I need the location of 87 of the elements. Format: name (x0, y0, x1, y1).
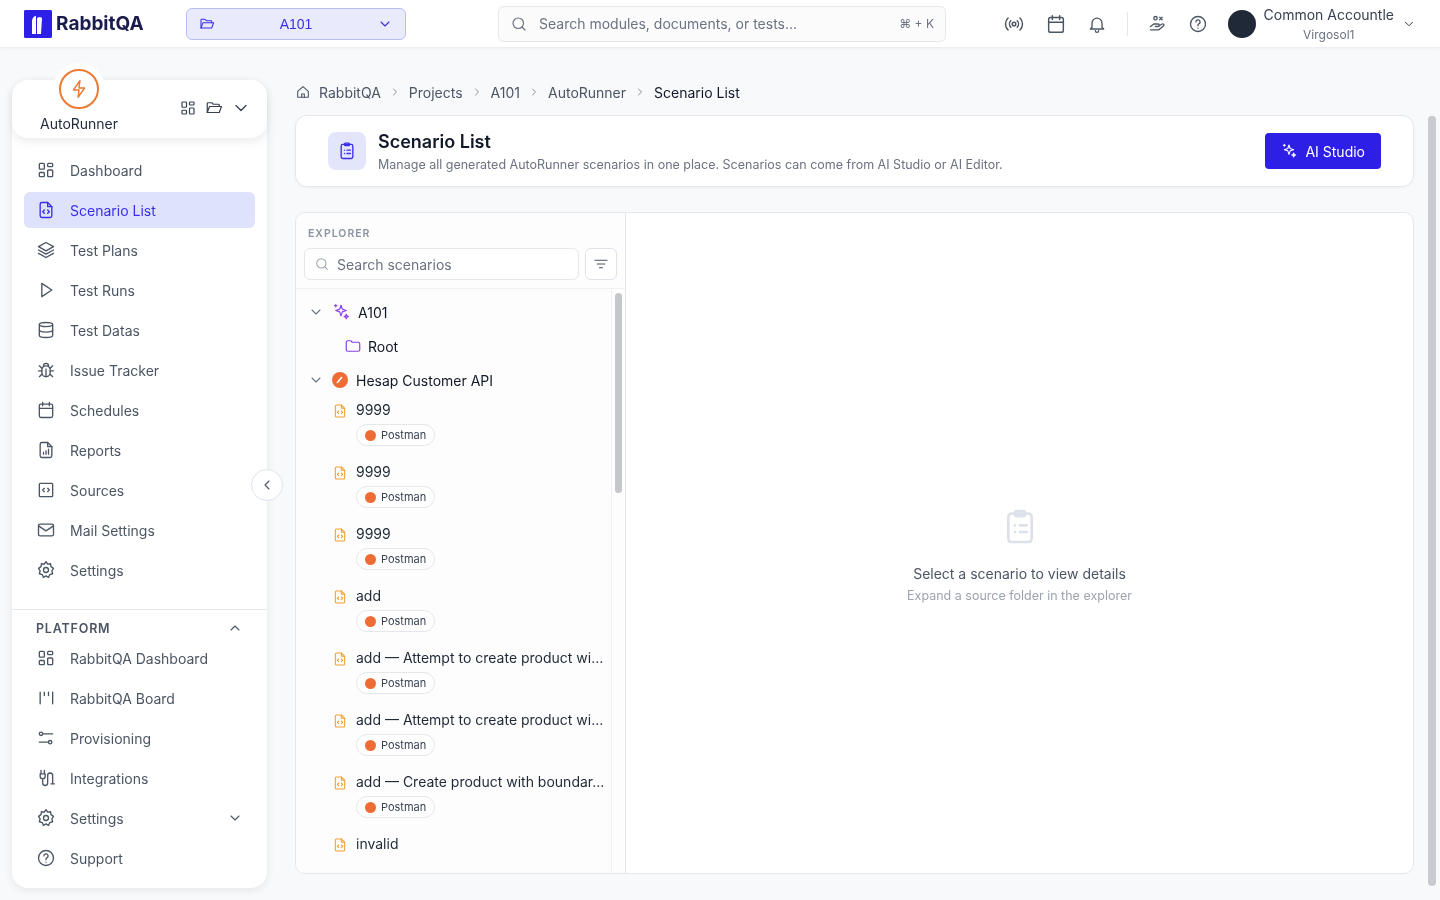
sidebar-item[interactable]: Test Runs (24, 272, 255, 308)
breadcrumb-link[interactable]: A101 (490, 83, 520, 101)
code-file-icon (332, 651, 348, 667)
source-badge: Postman (356, 548, 436, 570)
code-icon (36, 480, 56, 500)
filter-button[interactable] (585, 248, 617, 280)
settings-icon (36, 808, 56, 828)
collapse-sidebar-button[interactable] (251, 469, 283, 501)
sidebar-item[interactable]: Sources (24, 472, 255, 508)
source-badge: Postman (356, 424, 436, 446)
tree-folder[interactable]: Root (368, 329, 399, 363)
organization-name: Virgosol1 (1303, 26, 1355, 42)
tree-node[interactable]: Hesap Customer API (308, 363, 494, 397)
avatar[interactable] (1227, 9, 1256, 38)
folder-icon (344, 337, 362, 355)
source-badge: Postman (356, 610, 436, 632)
home-icon (295, 84, 311, 100)
scenario-item[interactable]: add — Attempt to create product wi... (356, 711, 604, 728)
sparkle-icon (1281, 143, 1298, 159)
empty-state-hint: Expand a source folder in the explorer (907, 588, 1132, 603)
scenario-item[interactable]: 9999 (356, 463, 436, 480)
database-icon (36, 320, 56, 340)
breadcrumb-link[interactable]: AutoRunner (548, 83, 627, 101)
calendar-icon (36, 400, 56, 420)
platform-section-toggle[interactable]: PLATFORM (24, 618, 255, 640)
scenario-item[interactable]: 9999 (356, 401, 436, 418)
bug-icon (36, 360, 56, 380)
source-badge: Postman (356, 734, 436, 756)
sidebar-item[interactable]: Settings (24, 552, 255, 588)
sidebar-item[interactable]: RabbitQA Dashboard (24, 640, 255, 676)
page-description: Manage all generated AutoRunner scenarios in one place. Scenarios can come from AI Studio or AI Editor. (378, 156, 1004, 172)
sidebar-item[interactable]: Dashboard (24, 152, 255, 188)
brand-name: RabbitQA (56, 12, 144, 35)
sidebar-item[interactable]: Scenario List (24, 192, 255, 228)
dashboard-icon (36, 160, 56, 180)
scrollbar-thumb[interactable] (615, 293, 622, 493)
scenario-search-field[interactable]: Search scenarios (304, 248, 579, 280)
sidebar-item[interactable]: Test Datas (24, 312, 255, 348)
dashboard-icon (36, 648, 56, 668)
rabbit-logo-icon (24, 9, 52, 38)
grid-icon (179, 99, 197, 117)
sidebar-item[interactable]: Mail Settings (24, 512, 255, 548)
code-file-icon (332, 775, 348, 791)
layers-icon (36, 240, 56, 260)
source-badge: Postman (356, 796, 436, 818)
scenario-item[interactable]: 9999 (356, 525, 436, 542)
tree-node[interactable]: A101 (308, 295, 388, 329)
sidebar-item[interactable]: Schedules (24, 392, 255, 428)
sidebar-item[interactable]: Issue Tracker (24, 352, 255, 388)
sparkle-icon (332, 303, 350, 321)
help-icon (1187, 13, 1208, 34)
search-icon (510, 14, 528, 33)
scenario-item[interactable]: add — Create product with boundar... (356, 773, 605, 790)
ai-studio-button[interactable]: AI Studio (1265, 133, 1381, 169)
explorer-title: EXPLORER (307, 227, 372, 240)
empty-state-title: Select a scenario to view details (913, 565, 1126, 582)
sidebar-item[interactable]: Settings (24, 800, 255, 836)
code-file-icon (332, 713, 348, 729)
sidebar-item[interactable]: Reports (24, 432, 255, 468)
user-name: Common Accountle (1263, 5, 1394, 23)
shortcut-hint: ⌘ + K (899, 15, 934, 31)
sidebar-item[interactable]: RabbitQA Board (24, 680, 255, 716)
code-file-icon (332, 837, 348, 853)
scenario-item[interactable]: invalid (356, 835, 399, 852)
breadcrumb-link[interactable]: Projects (408, 83, 463, 101)
sidebar-item[interactable]: Integrations (24, 760, 255, 796)
scenario-item[interactable]: add — Attempt to create product wi... (356, 649, 604, 666)
breadcrumb-link[interactable]: RabbitQA (319, 83, 381, 101)
project-selector[interactable]: A101 (186, 7, 406, 40)
page-scrollbar[interactable] (1428, 116, 1436, 886)
code-file-icon (332, 465, 348, 481)
source-badge: Postman (356, 672, 436, 694)
code-file-icon (332, 403, 348, 419)
code-file-icon (332, 527, 348, 543)
settings-icon (36, 560, 56, 580)
sidebar-item[interactable]: Test Plans (24, 232, 255, 268)
page-title: Scenario List (378, 130, 492, 152)
clipboard-icon (328, 132, 366, 170)
search-icon (314, 256, 330, 272)
module-name: AutoRunner (40, 115, 119, 132)
code-file-icon (332, 589, 348, 605)
sidebar-item[interactable]: Support (24, 840, 255, 876)
source-badge: Postman (356, 486, 436, 508)
scenario-item[interactable]: add (356, 587, 436, 604)
help-icon (36, 848, 56, 868)
sidebar-item[interactable]: Provisioning (24, 720, 255, 756)
breadcrumb-link[interactable]: Scenario List (654, 83, 740, 101)
